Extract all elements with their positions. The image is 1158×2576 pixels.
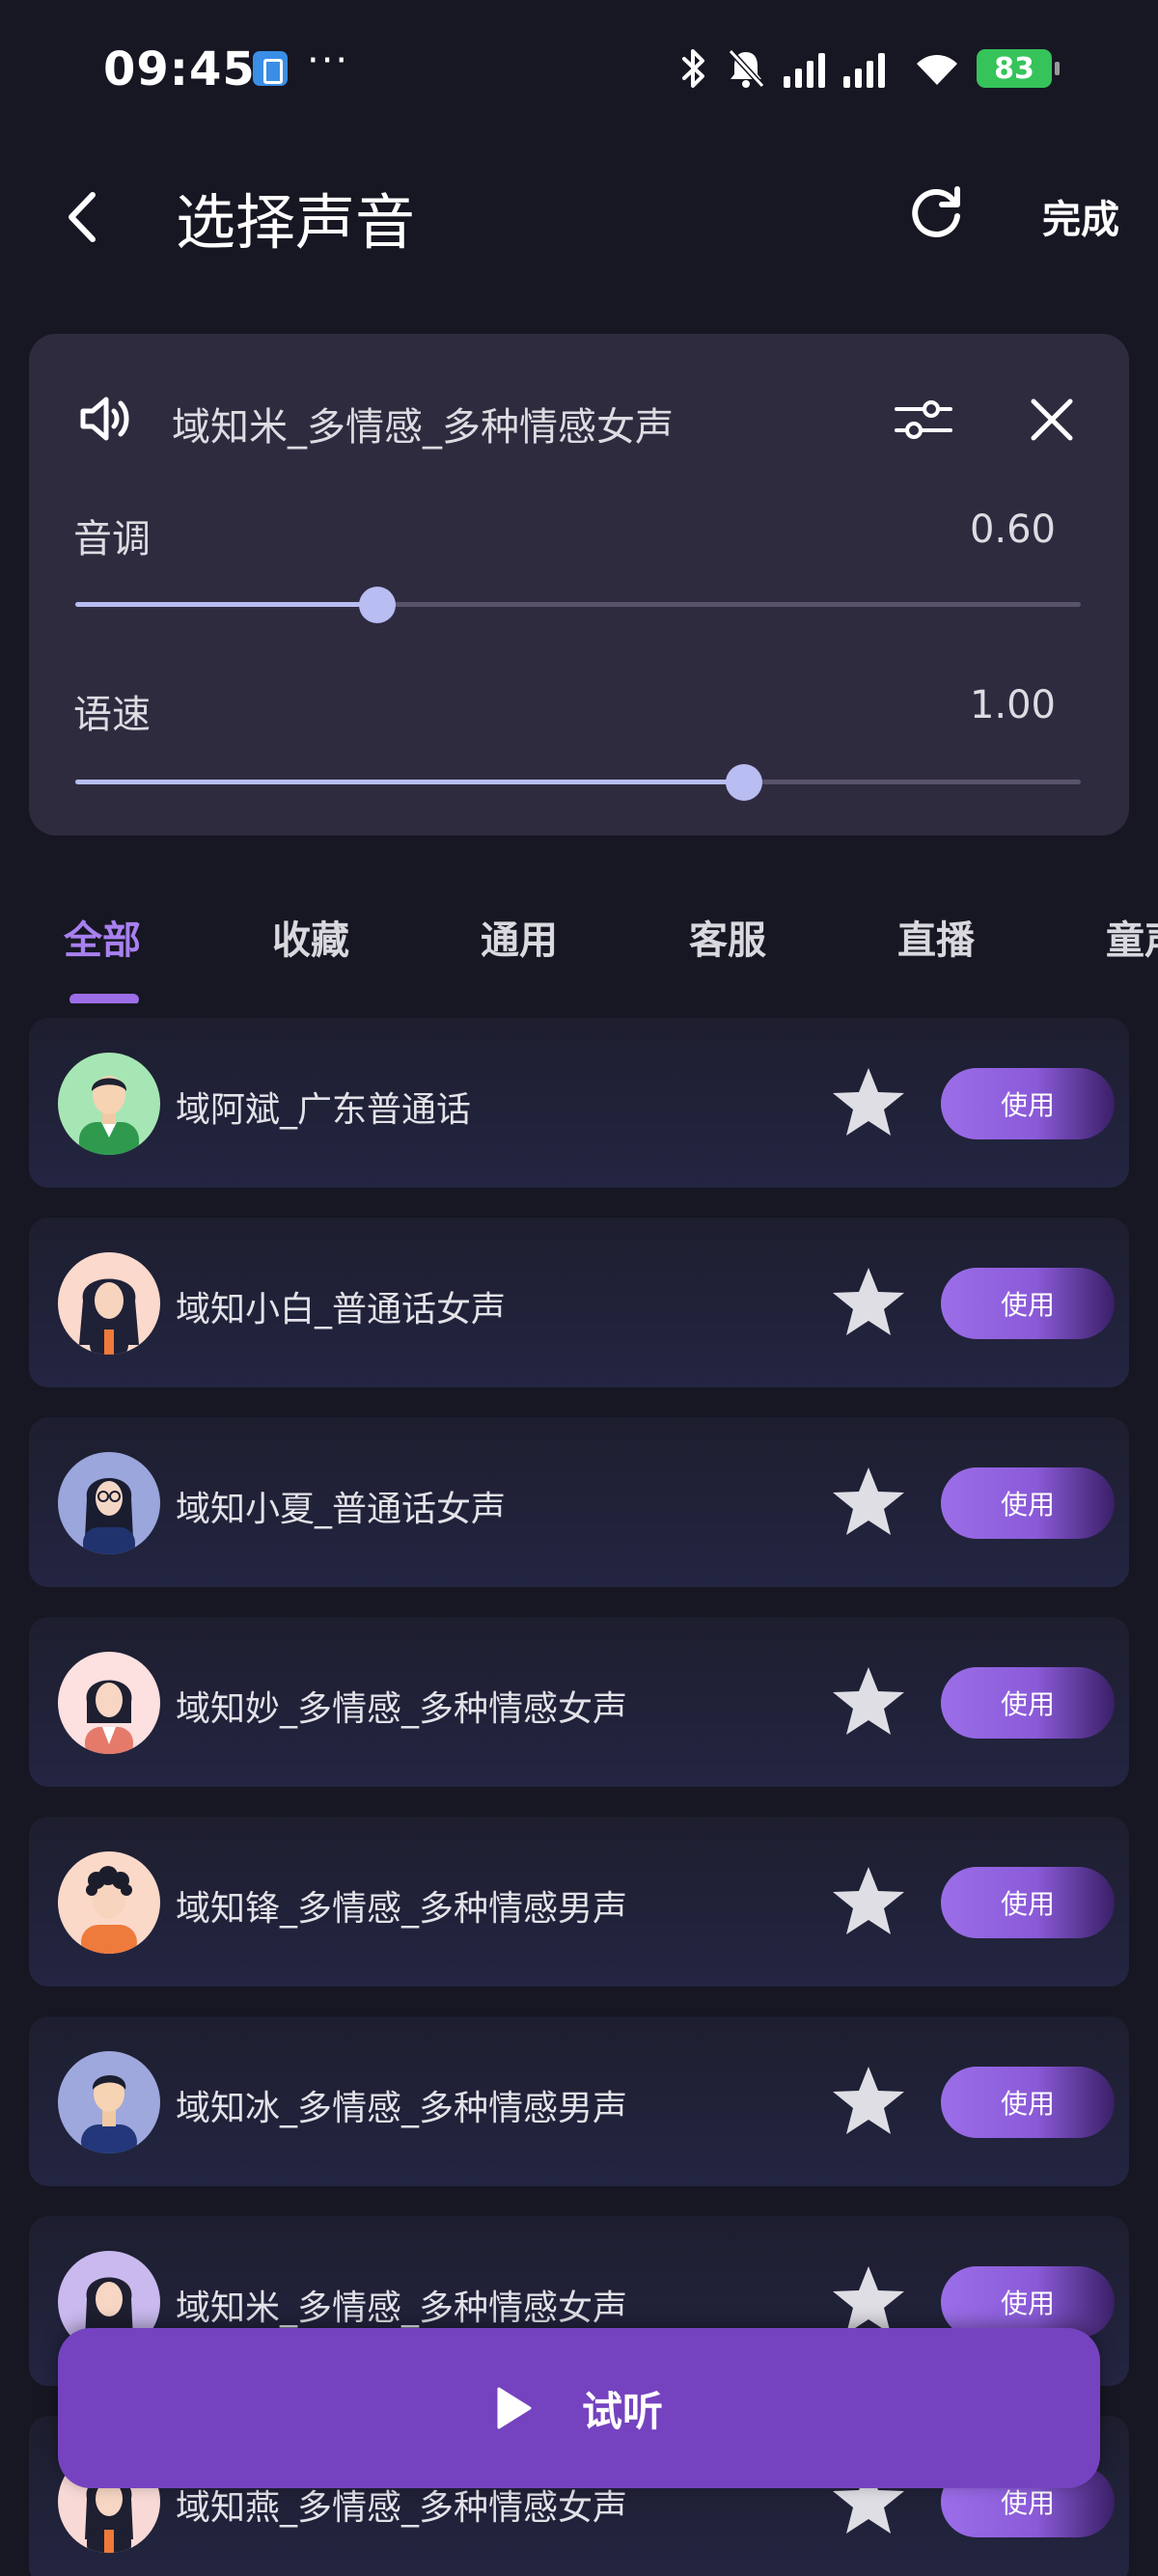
tab-favorites[interactable]: 收藏 — [272, 909, 349, 965]
status-time: 09:45 — [103, 42, 256, 96]
list-item[interactable]: 域知冰_多情感_多种情感男声 使用 — [29, 2016, 1129, 2186]
status-more-indicator: ··· — [307, 39, 350, 83]
voice-name: 域知小夏_普通话女声 — [176, 1490, 507, 1529]
status-bar: 09:45 ··· 83 — [0, 0, 1158, 145]
star-icon[interactable] — [830, 1663, 907, 1740]
pitch-label: 音调 — [73, 517, 151, 562]
use-button[interactable]: 使用 — [941, 2266, 1115, 2338]
bell-muted-icon — [728, 48, 765, 89]
use-button[interactable]: 使用 — [941, 1068, 1115, 1139]
voice-name: 域阿斌_广东普通话 — [176, 1090, 472, 1130]
category-tabs: 全部 收藏 通用 客服 直播 童声 — [0, 897, 1158, 1003]
use-button[interactable]: 使用 — [941, 1867, 1115, 1938]
use-button[interactable]: 使用 — [941, 1268, 1115, 1339]
tab-general[interactable]: 通用 — [481, 909, 558, 965]
wifi-icon — [917, 55, 957, 85]
avatar — [58, 1652, 160, 1754]
tab-customer-service[interactable]: 客服 — [689, 909, 766, 965]
bluetooth-icon — [682, 49, 704, 88]
avatar — [58, 1053, 160, 1155]
list-item[interactable]: 域知小白_普通话女声 使用 — [29, 1218, 1129, 1387]
tab-all[interactable]: 全部 — [64, 909, 141, 965]
done-button[interactable]: 完成 — [1042, 188, 1119, 244]
active-tab-indicator — [69, 994, 139, 1003]
use-button[interactable]: 使用 — [941, 1467, 1115, 1539]
voice-name: 域知小白_普通话女声 — [176, 1290, 507, 1329]
tab-live[interactable]: 直播 — [897, 909, 975, 965]
audition-button[interactable]: 试听 — [58, 2328, 1100, 2488]
speed-slider-thumb[interactable] — [725, 764, 762, 801]
battery-indicator: 83 — [977, 49, 1060, 88]
star-icon[interactable] — [830, 2063, 907, 2140]
header: 选择声音 完成 — [0, 145, 1158, 289]
avatar — [58, 2051, 160, 2153]
list-item[interactable]: 域阿斌_广东普通话 使用 — [29, 1018, 1129, 1188]
avatar — [58, 1252, 160, 1355]
adjust-sliders-icon[interactable] — [893, 394, 954, 446]
voice-settings-panel: 域知米_多情感_多种情感女声 音调 0.60 语速 1.00 — [29, 334, 1129, 836]
star-icon[interactable] — [830, 1064, 907, 1141]
voice-name: 域知妙_多情感_多种情感女声 — [176, 1689, 628, 1729]
speaker-icon — [80, 397, 129, 441]
page-title: 选择声音 — [176, 187, 416, 258]
refresh-button[interactable] — [907, 181, 967, 241]
speed-label: 语速 — [73, 693, 151, 737]
cell-signal-icon — [784, 53, 885, 88]
pitch-slider-thumb[interactable] — [358, 587, 396, 623]
battery-level: 83 — [994, 51, 1034, 86]
avatar — [58, 1452, 160, 1554]
voice-name: 域知锋_多情感_多种情感男声 — [176, 1889, 628, 1929]
star-icon[interactable] — [830, 1863, 907, 1940]
pitch-slider[interactable] — [75, 587, 1081, 623]
speed-slider-fill — [75, 780, 744, 784]
voice-name: 域知米_多情感_多种情感女声 — [176, 2288, 628, 2328]
star-icon[interactable] — [830, 1464, 907, 1541]
speed-slider[interactable] — [75, 764, 1081, 801]
list-item[interactable]: 域知锋_多情感_多种情感男声 使用 — [29, 1817, 1129, 1987]
avatar — [58, 1851, 160, 1954]
list-item[interactable]: 域知妙_多情感_多种情感女声 使用 — [29, 1617, 1129, 1787]
current-voice-name: 域知米_多情感_多种情感女声 — [172, 405, 674, 450]
status-icons: 83 — [679, 44, 1060, 93]
speed-value: 1.00 — [969, 683, 1056, 727]
play-icon — [497, 2387, 532, 2429]
use-button[interactable]: 使用 — [941, 1667, 1115, 1739]
pitch-value: 0.60 — [969, 507, 1056, 552]
app-notification-icon — [253, 51, 288, 86]
star-icon[interactable] — [830, 1264, 907, 1341]
list-item[interactable]: 域知小夏_普通话女声 使用 — [29, 1417, 1129, 1587]
use-button[interactable]: 使用 — [941, 2067, 1115, 2138]
chevron-left-icon — [69, 192, 96, 242]
audition-label: 试听 — [581, 2387, 663, 2435]
voice-name: 域知冰_多情感_多种情感男声 — [176, 2089, 628, 2128]
pitch-slider-fill — [75, 602, 377, 607]
refresh-icon — [912, 186, 960, 237]
close-icon[interactable] — [1028, 396, 1076, 444]
tab-children[interactable]: 童声 — [1106, 909, 1158, 965]
back-button[interactable] — [58, 183, 104, 251]
